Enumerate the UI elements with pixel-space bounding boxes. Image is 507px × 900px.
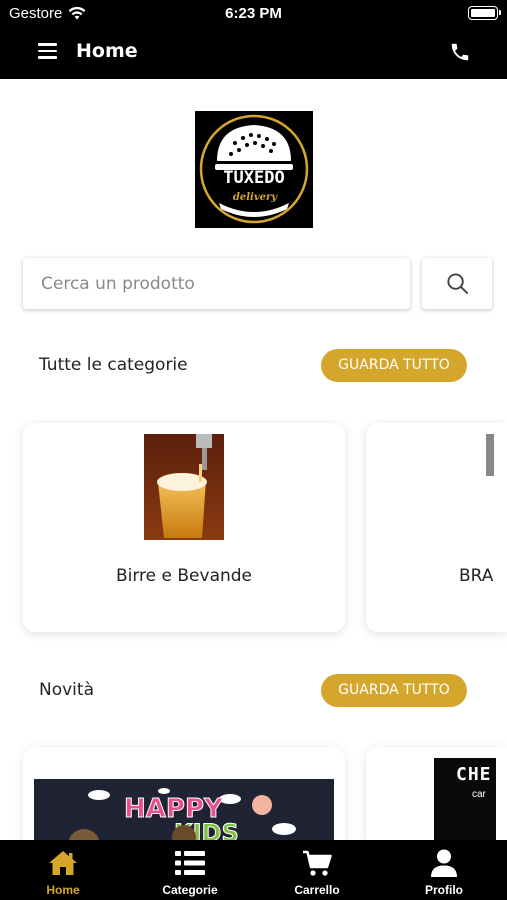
tab-label: Home xyxy=(46,883,80,897)
tab-label: Profilo xyxy=(425,883,463,897)
logo-brand-text: TUXEDO xyxy=(223,168,284,188)
search-button[interactable] xyxy=(422,258,492,309)
clock: 6:23 PM xyxy=(225,5,282,22)
phone-icon[interactable] xyxy=(449,41,471,63)
product-card[interactable]: HAPPY KIDS xyxy=(23,747,345,847)
category-image xyxy=(486,434,494,476)
tab-label: Categorie xyxy=(162,883,218,897)
categories-see-all-button[interactable]: GUARDA TUTTO xyxy=(321,349,467,382)
happy-kids-image: HAPPY KIDS xyxy=(34,779,334,847)
tab-bar: Home Categorie Carrello Profilo xyxy=(0,840,507,900)
product-image-text: CHE xyxy=(456,764,492,785)
cart-icon xyxy=(303,850,332,876)
tab-profile[interactable]: Profilo xyxy=(381,840,507,900)
tab-home[interactable]: Home xyxy=(0,840,126,900)
news-section-title: Novità xyxy=(39,680,94,700)
page-title: Home xyxy=(76,40,138,62)
menu-icon[interactable] xyxy=(38,43,57,59)
beer-image xyxy=(144,434,224,540)
tab-cart[interactable]: Carrello xyxy=(254,840,380,900)
tab-categories[interactable]: Categorie xyxy=(127,840,253,900)
search-icon xyxy=(447,273,469,295)
search-box xyxy=(23,258,410,309)
category-label: Birre e Bevande xyxy=(115,566,253,586)
brand-logo: TUXEDO delivery xyxy=(195,111,313,228)
list-icon xyxy=(175,851,205,875)
app-header: Home xyxy=(0,28,507,79)
user-icon xyxy=(431,849,457,877)
product-image-subtext: car xyxy=(472,789,486,800)
categories-section-title: Tutte le categorie xyxy=(39,355,188,375)
category-card[interactable]: BRA xyxy=(366,423,507,632)
home-icon xyxy=(49,851,77,875)
search-input[interactable] xyxy=(23,258,410,309)
battery-icon xyxy=(468,6,501,20)
news-see-all-button[interactable]: GUARDA TUTTO xyxy=(321,674,467,707)
product-card[interactable]: CHE car xyxy=(366,747,507,847)
tab-label: Carrello xyxy=(294,883,340,897)
product-image: CHE car xyxy=(434,758,496,847)
status-bar: Gestore 6:23 PM xyxy=(0,0,507,28)
category-card[interactable]: Birre e Bevande xyxy=(23,423,345,632)
logo-tagline: delivery xyxy=(233,192,278,203)
category-label: BRA xyxy=(459,566,494,586)
